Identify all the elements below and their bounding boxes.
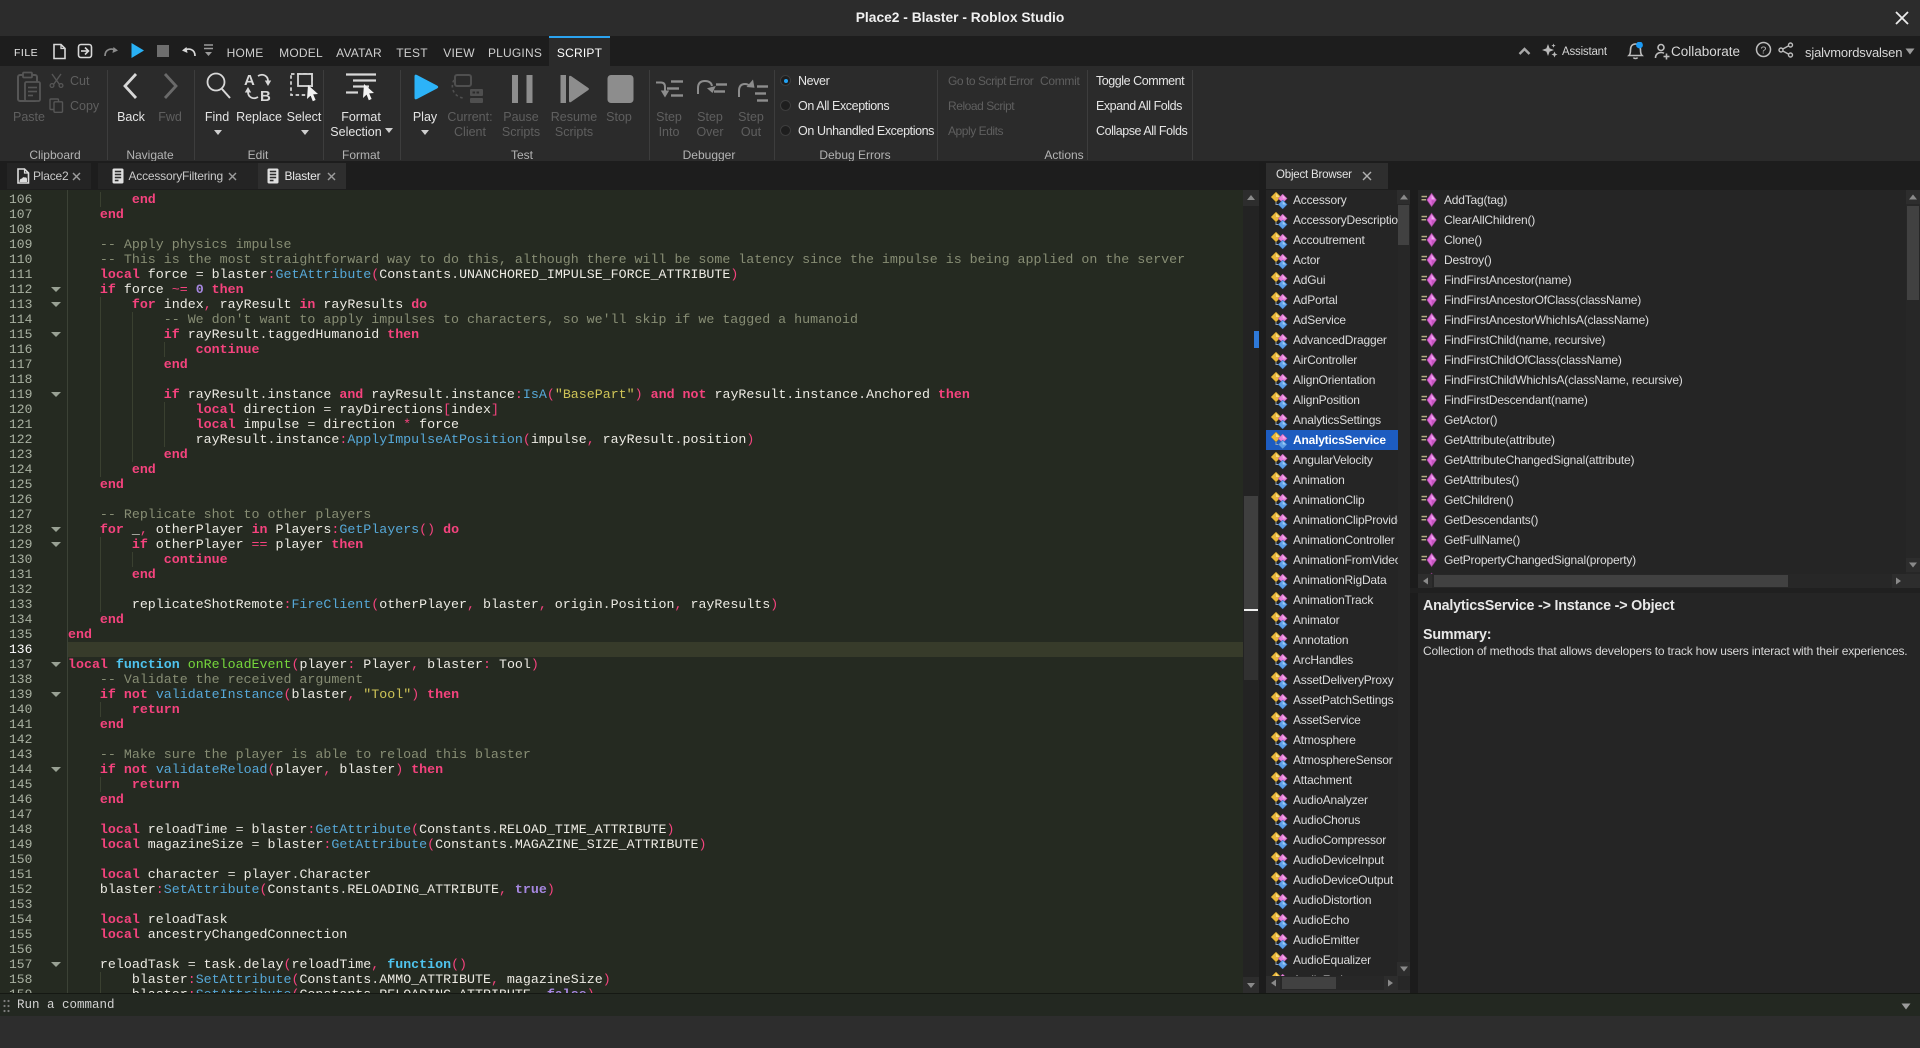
- svg-text:?: ?: [1761, 45, 1767, 57]
- svg-text:A: A: [244, 72, 255, 89]
- svg-text:B: B: [260, 88, 271, 104]
